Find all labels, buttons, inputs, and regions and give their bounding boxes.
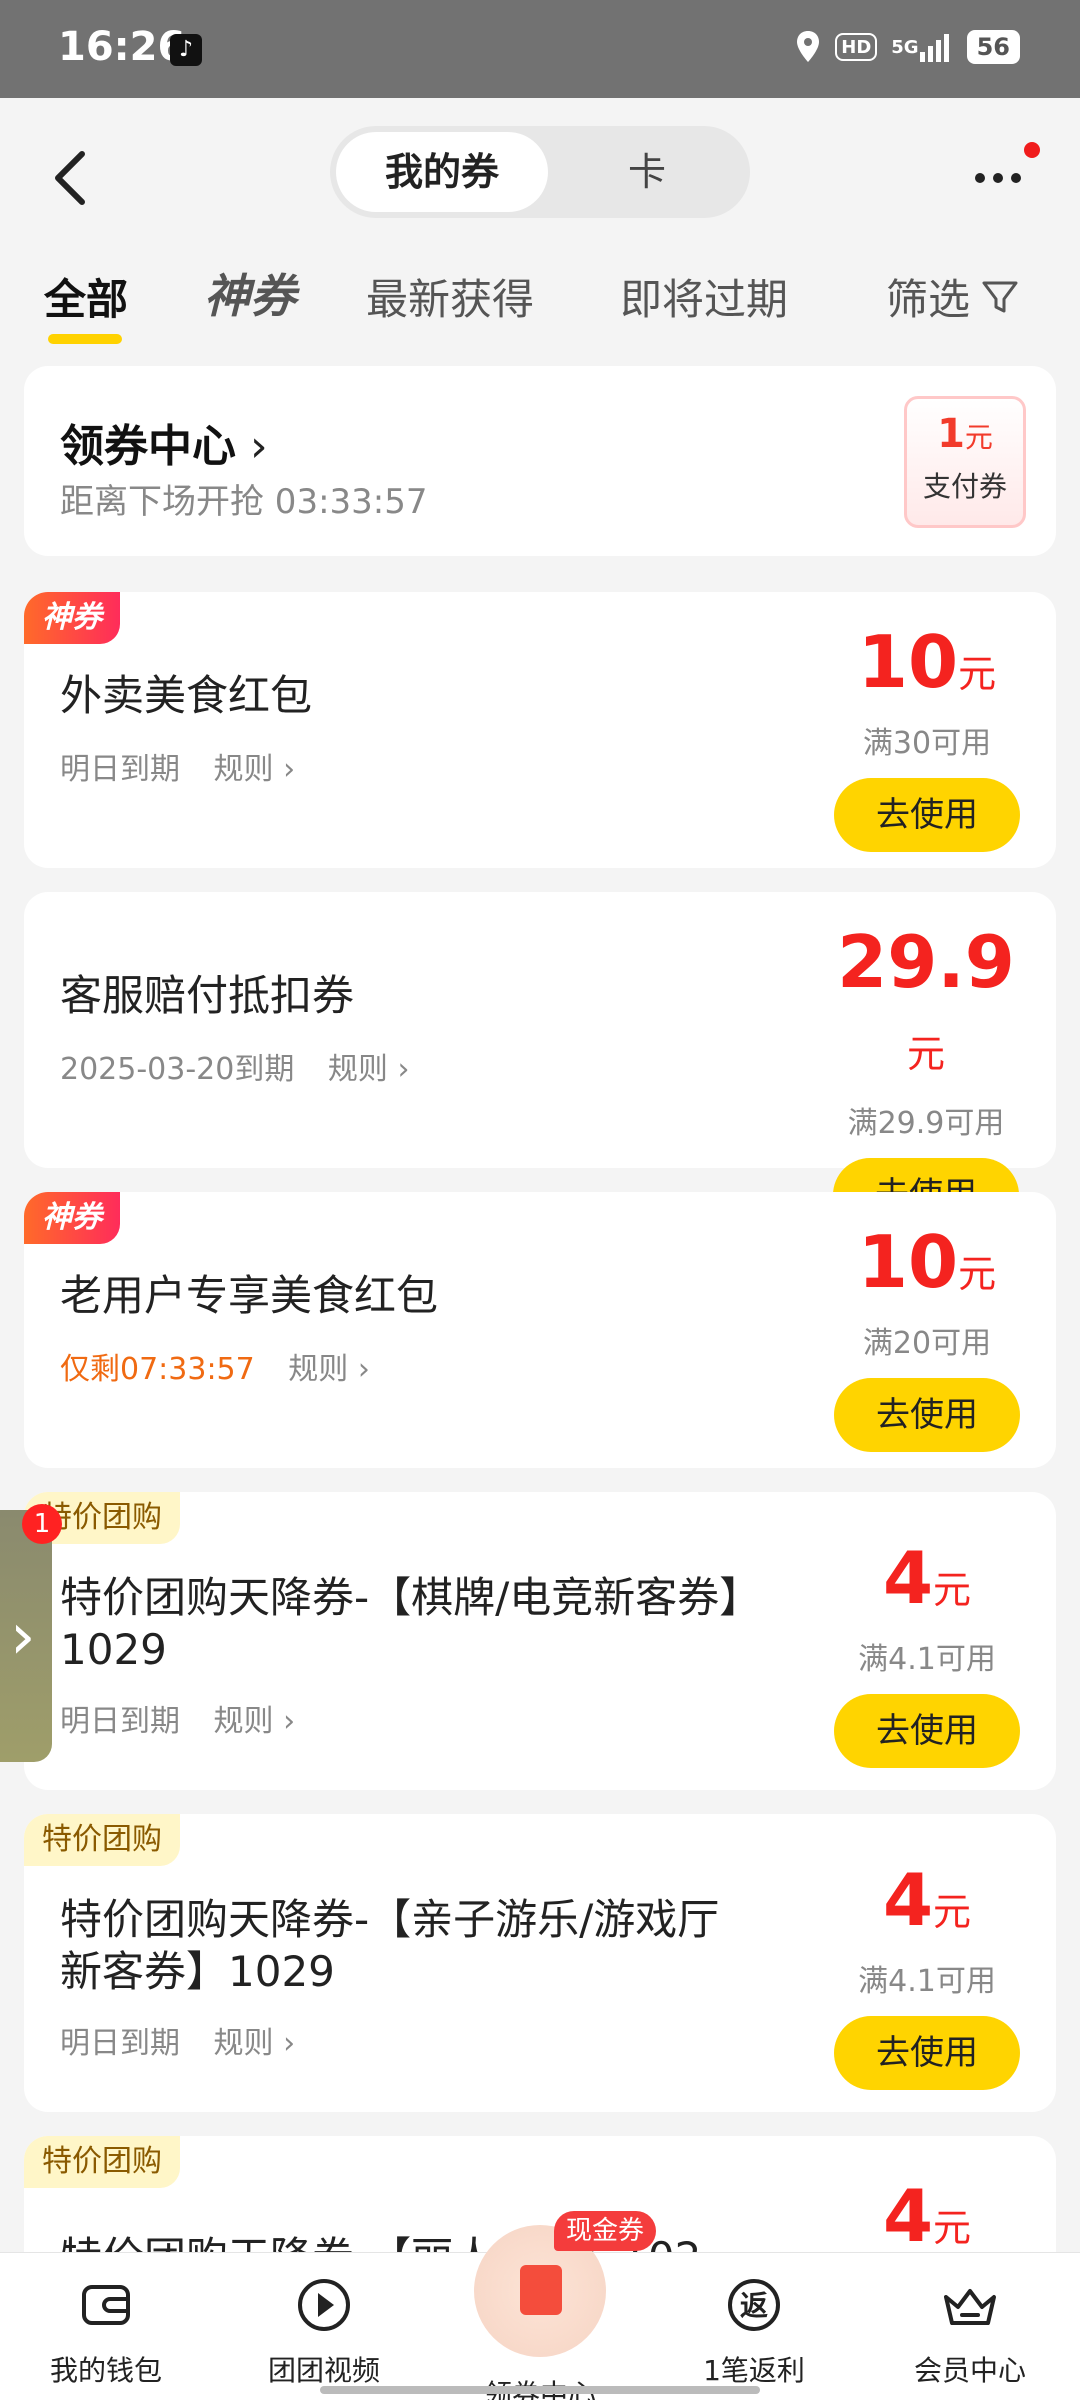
coupon-name: 特价团购天降券-【亲子游乐/游戏厅新客券】1029 xyxy=(60,1895,720,1996)
coupon-meta: 明日到期 规则 › xyxy=(60,2018,295,2062)
tab-filter[interactable]: 筛选 xyxy=(886,266,1020,327)
top-nav: 我的券 卡 全部 神券 最新获得 即将过期 筛选 xyxy=(0,98,1080,350)
coupon-meta: 明日到期 规则 › xyxy=(60,744,295,788)
coupon-name: 客服赔付抵扣券 xyxy=(60,971,355,1020)
coupon-card: 特价团购 特价团购天降券-【亲子游乐/游戏厅新客券】1029 明日到期 规则 ›… xyxy=(24,1814,1056,2112)
segment-control: 我的券 卡 xyxy=(330,126,750,218)
tab-expiring[interactable]: 即将过期 xyxy=(620,266,788,327)
filter-icon xyxy=(982,281,1018,312)
coupon-expire: 2025-03-20到期 xyxy=(60,1052,295,1087)
tab-latest[interactable]: 最新获得 xyxy=(366,266,534,327)
back-arrow-icon xyxy=(55,151,85,205)
notification-badge: 1 xyxy=(22,1504,62,1544)
coupon-value: 29.9元 满29.9可用 去使用 xyxy=(826,922,1026,1232)
wallet-icon xyxy=(82,2285,130,2325)
rule-link[interactable]: 规则 › xyxy=(214,2026,296,2061)
rule-link[interactable]: 规则 › xyxy=(328,1052,410,1087)
home-indicator[interactable] xyxy=(320,2386,760,2394)
nav-wallet[interactable]: 我的钱包 xyxy=(16,2275,196,2389)
coupon-center-card[interactable]: 领券中心 › 距离下场开抢 03:33:57 1元 支付券 xyxy=(24,366,1056,556)
location-icon xyxy=(795,30,821,64)
coupon-card: 客服赔付抵扣券 2025-03-20到期 规则 › 29.9元 满29.9可用 … xyxy=(24,892,1056,1232)
coupon-name: 特价团购天降券-【棋牌/电竞新客券】1029 xyxy=(60,1573,741,1674)
coupon-expire: 明日到期 xyxy=(60,2026,180,2061)
rule-link[interactable]: 规则 › xyxy=(288,1352,370,1387)
svg-text:返: 返 xyxy=(740,2289,768,2322)
coupon-expire: 明日到期 xyxy=(60,1704,180,1739)
nav-rebate[interactable]: 返 1笔返利 xyxy=(664,2275,844,2389)
coupon-value: 4元 满4.1可用 去使用 xyxy=(834,1860,1020,2090)
battery-indicator: 56 xyxy=(966,30,1020,64)
coupon-value: 4元 满4.1可用 去使用 xyxy=(834,1538,1020,1768)
filter-tabs: 全部 神券 最新获得 即将过期 筛选 xyxy=(0,266,1080,346)
status-time: 16:26 xyxy=(58,24,186,70)
status-bar: 16:26 ♪ HD 5G 56 xyxy=(0,0,1080,98)
rule-link[interactable]: 规则 › xyxy=(214,752,296,787)
nav-member[interactable]: 会员中心 xyxy=(880,2275,1060,2389)
use-button[interactable]: 去使用 xyxy=(834,1694,1020,1768)
coupon-card: 特价团购 特价团购天降券-【棋牌/电竞新客券】1029 明日到期 规则 › 4元… xyxy=(24,1492,1056,1790)
use-button[interactable]: 去使用 xyxy=(834,1378,1020,1452)
shen-tag: 神券 xyxy=(24,1192,120,1244)
more-button[interactable] xyxy=(970,142,1040,202)
floating-side-widget[interactable]: 1 › xyxy=(0,1504,62,1762)
coupon-card: 神券 老用户专享美食红包 仅剩07:33:57 规则 › 10元 满20可用 去… xyxy=(24,1192,1056,1468)
special-group-tag: 特价团购 xyxy=(24,2136,180,2188)
coupon-meta: 明日到期 规则 › xyxy=(60,1696,295,1740)
coupon-meta: 2025-03-20到期 规则 › xyxy=(60,1044,409,1088)
coupon-card: 神券 外卖美食红包 明日到期 规则 › 10元 满30可用 去使用 xyxy=(24,592,1056,868)
tab-shen[interactable]: 神券 xyxy=(204,260,296,326)
signal-icon: 5G xyxy=(891,30,952,64)
pay-coupon-badge[interactable]: 1元 支付券 xyxy=(904,396,1026,528)
coupon-value: 10元 满20可用 去使用 xyxy=(834,1222,1020,1452)
coupon-meta: 仅剩07:33:57 规则 › xyxy=(60,1344,370,1388)
hd-icon: HD xyxy=(835,33,878,61)
use-button[interactable]: 去使用 xyxy=(834,778,1020,852)
segment-my-coupons[interactable]: 我的券 xyxy=(336,132,548,212)
bottom-nav: 我的钱包 团团视频 现金券 领券中心 返 1笔返利 会员中心 xyxy=(0,2211,1080,2400)
use-button[interactable]: 去使用 xyxy=(834,2016,1020,2090)
tiktok-icon: ♪ xyxy=(170,34,202,66)
cash-coupon-tag: 现金券 xyxy=(554,2211,657,2251)
coupon-name: 外卖美食红包 xyxy=(60,671,313,720)
special-group-tag: 特价团购 xyxy=(24,1814,180,1866)
shen-tag: 神券 xyxy=(24,592,120,644)
tab-all[interactable]: 全部 xyxy=(44,266,128,327)
coupon-countdown: 仅剩07:33:57 xyxy=(60,1352,255,1387)
play-icon xyxy=(298,2279,350,2331)
coupon-name: 老用户专享美食红包 xyxy=(60,1271,439,1320)
tab-underline xyxy=(48,334,122,344)
more-dots-icon xyxy=(975,173,1021,183)
filter-label: 筛选 xyxy=(886,275,971,324)
rule-link[interactable]: 规则 › xyxy=(214,1704,296,1739)
coupon-value: 10元 满30可用 去使用 xyxy=(834,622,1020,852)
coupon-center-title: 领券中心 › xyxy=(60,421,268,472)
back-button[interactable] xyxy=(40,138,100,218)
coupon-center-subtitle: 距离下场开抢 03:33:57 xyxy=(60,482,428,522)
nav-video[interactable]: 团团视频 xyxy=(234,2275,414,2389)
coupon-expire: 明日到期 xyxy=(60,752,180,787)
chevron-right-icon: › xyxy=(236,421,268,472)
notification-dot xyxy=(1024,142,1040,158)
crown-basket-icon xyxy=(944,2289,996,2325)
segment-cards[interactable]: 卡 xyxy=(550,132,744,212)
rebate-icon: 返 xyxy=(728,2279,780,2331)
chevron-right-icon: › xyxy=(10,1600,36,1674)
